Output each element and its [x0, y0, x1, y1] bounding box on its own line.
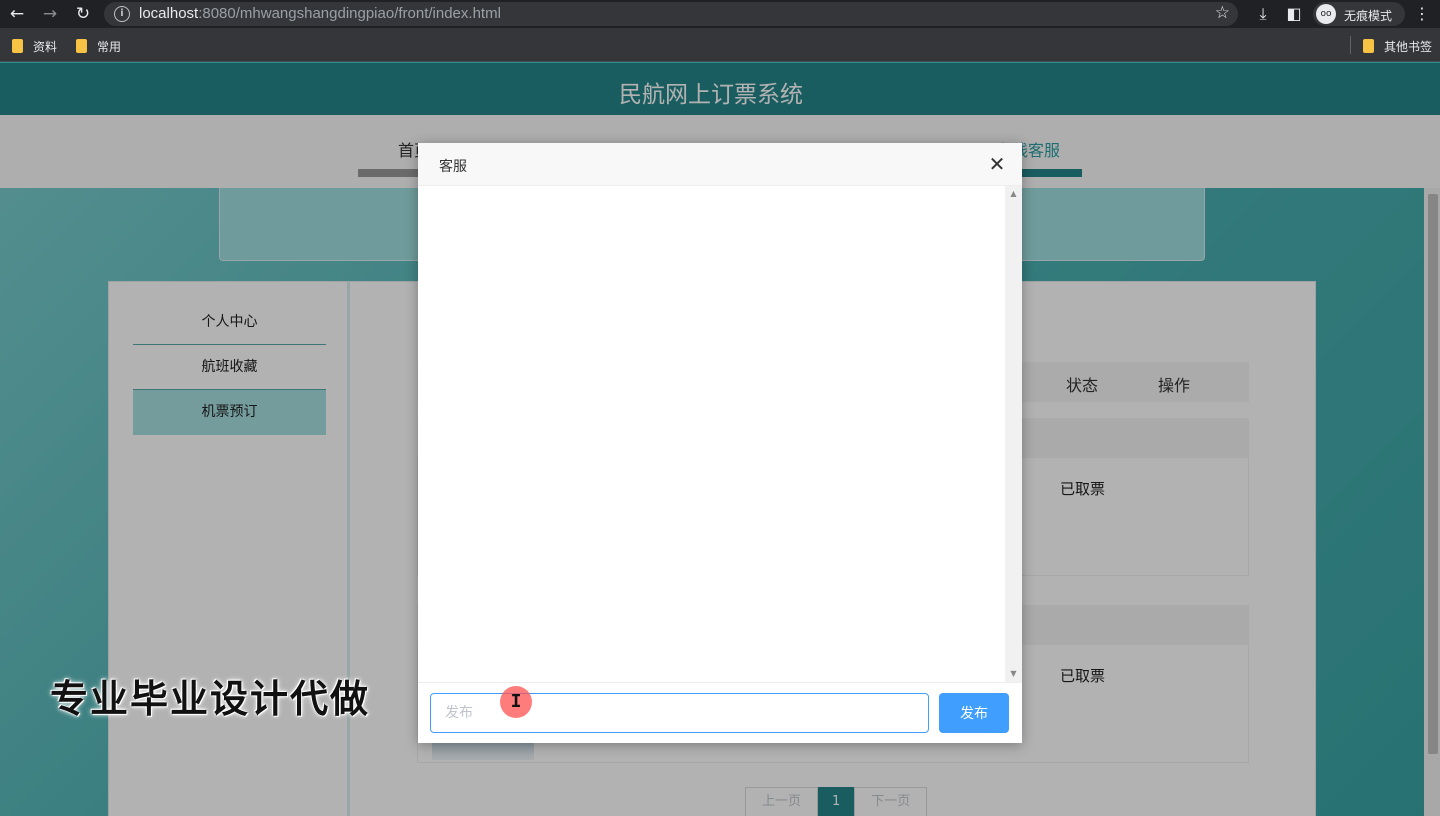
bookmark-star-icon[interactable]: ☆ — [1215, 3, 1230, 23]
more-menu-icon[interactable]: ⋮ — [1411, 3, 1433, 25]
download-icon[interactable]: ⤓ — [1252, 3, 1274, 25]
watermark-text: 专业毕业设计代做 — [50, 677, 371, 721]
incognito-indicator[interactable]: oo 无痕模式 — [1313, 2, 1405, 26]
scroll-up-icon[interactable]: ▲ — [1005, 188, 1022, 200]
folder-icon — [76, 39, 87, 53]
incognito-label: 无痕模式 — [1344, 9, 1393, 23]
other-bookmarks[interactable]: 其他书签 — [1363, 37, 1432, 55]
send-button[interactable]: 发布 — [939, 693, 1009, 733]
customer-service-dialog: 客服 ✕ ▲ ▼ 发布 — [418, 143, 1022, 743]
chat-message-area[interactable] — [418, 186, 1005, 682]
dialog-header: 客服 ✕ — [418, 143, 1022, 186]
bookmark-folder-0[interactable]: 资料 — [12, 37, 57, 55]
chat-scrollbar[interactable]: ▲ ▼ — [1005, 186, 1022, 682]
back-icon[interactable]: ← — [6, 3, 28, 25]
address-url: localhost:8080/mhwangshangdingpiao/front… — [139, 5, 501, 22]
incognito-icon: oo — [1316, 4, 1336, 24]
text-cursor-icon: I — [510, 691, 522, 712]
reload-icon[interactable]: ↻ — [72, 3, 94, 25]
browser-toolbar: ← → ↻ i localhost:8080/mhwangshangdingpi… — [0, 0, 1440, 28]
bookmark-folder-1[interactable]: 常用 — [76, 37, 121, 55]
bookmarks-bar: 资料 常用 其他书签 — [0, 28, 1440, 62]
close-icon[interactable]: ✕ — [986, 153, 1008, 175]
site-info-icon[interactable]: i — [114, 6, 130, 22]
folder-icon — [12, 39, 23, 53]
dialog-title: 客服 — [439, 159, 467, 175]
forward-icon[interactable]: → — [39, 3, 61, 25]
side-panel-icon[interactable]: ◧ — [1283, 3, 1305, 25]
address-bar[interactable]: i localhost:8080/mhwangshangdingpiao/fro… — [104, 2, 1238, 26]
folder-icon — [1363, 39, 1374, 53]
scroll-down-icon[interactable]: ▼ — [1005, 668, 1022, 680]
page-viewport: 民航网上订票系统 首页 在线客服 个人中心 航班收藏 机票预订 状态 操作 已取… — [0, 63, 1440, 816]
bookmarks-separator — [1350, 36, 1351, 54]
